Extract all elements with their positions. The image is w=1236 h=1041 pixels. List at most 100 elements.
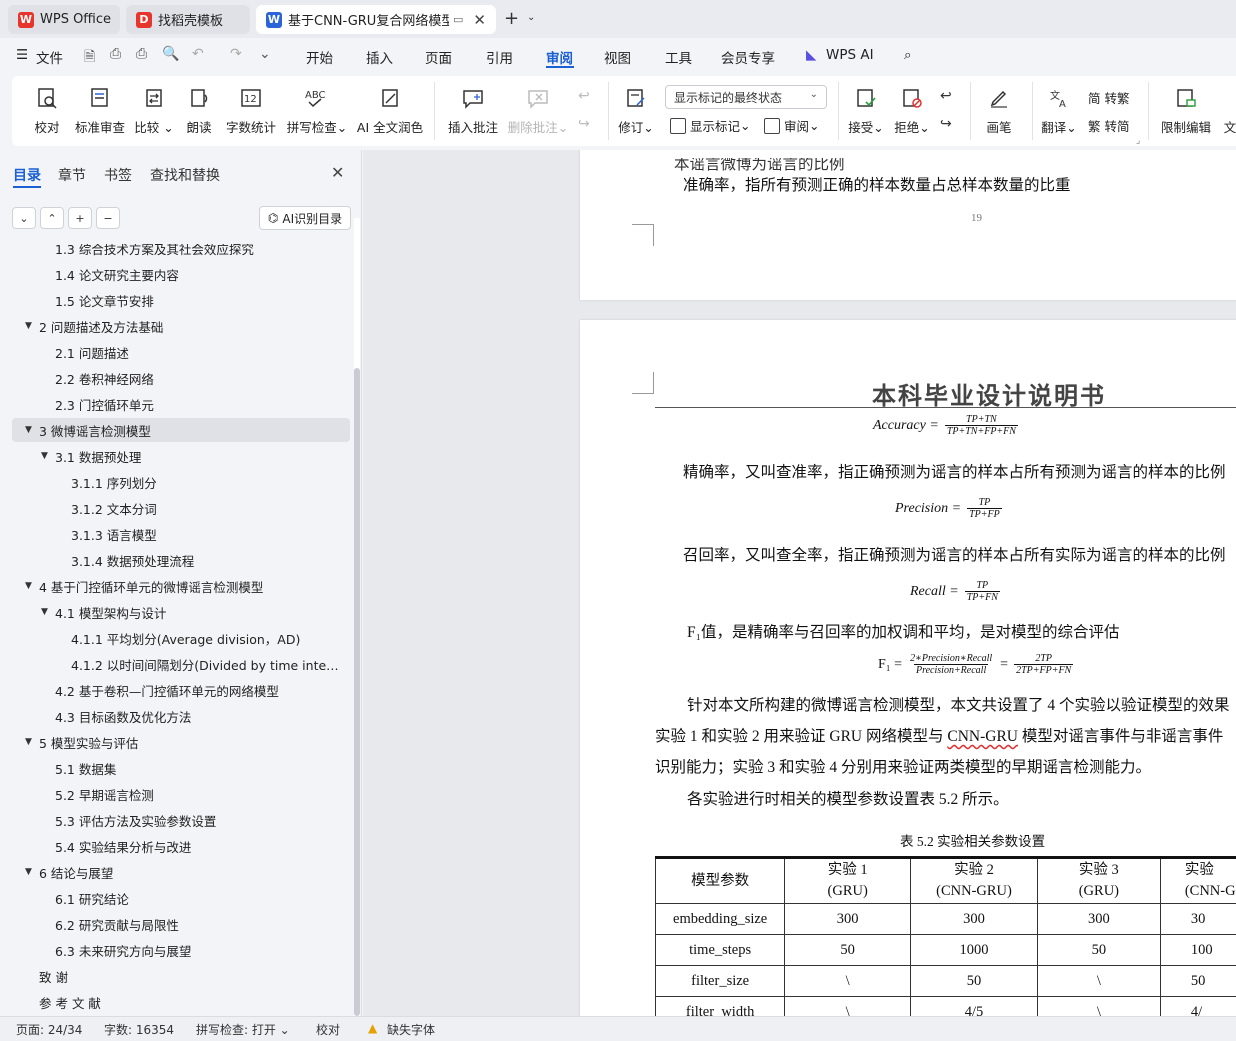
print-icon[interactable]: ⎙ (136, 46, 147, 62)
toc-item[interactable]: ▼ 3.1 数据预处理 (12, 444, 350, 468)
tab-sections[interactable]: 章节 (58, 165, 86, 185)
to-simplified-button[interactable]: 繁 转简 (1088, 116, 1129, 135)
toc-item[interactable]: 5.2 早期谣言检测 (12, 782, 350, 806)
insert-comment-button[interactable]: 插入批注 (448, 76, 498, 146)
menu-page[interactable]: 页面 (425, 47, 452, 67)
ai-polish-button[interactable]: AI 全文润色 (357, 76, 423, 146)
more-chevron-icon[interactable]: ⌄ (259, 46, 271, 62)
toc-item[interactable]: 5.1 数据集 (12, 756, 350, 780)
toc-item[interactable]: 3.1.1 序列划分 (12, 470, 350, 494)
toc-item[interactable]: 6.1 研究结论 (12, 886, 350, 910)
document-page-20[interactable]: 本科毕业设计说明书 Accuracy = TP+TN TP+TN+FP+FN 精确… (580, 320, 1236, 1016)
expand-triangle-icon[interactable]: ▼ (41, 607, 48, 617)
toc-item[interactable]: 5.4 实验结果分析与改进 (12, 834, 350, 858)
translate-button[interactable]: 文A 翻译⌄ (1040, 76, 1078, 146)
menu-member[interactable]: 会员专享 (721, 47, 775, 67)
tab-find-replace[interactable]: 查找和替换 (150, 165, 220, 185)
group-expand-icon[interactable]: ⌟ (1136, 136, 1140, 146)
toc-item[interactable]: 3.1.2 文本分词 (12, 496, 350, 520)
proofread-button[interactable]: 校对 (32, 76, 62, 146)
word-count-indicator[interactable]: 字数: 16354 (104, 1021, 174, 1038)
expand-triangle-icon[interactable]: ▼ (25, 867, 32, 877)
collapse-all-button[interactable]: ⌄ (12, 207, 36, 229)
word-count-button[interactable]: 12 字数统计 (226, 76, 276, 146)
spell-check-status[interactable]: 拼写检查: 打开 ⌄ (196, 1021, 290, 1038)
expand-triangle-icon[interactable]: ▼ (25, 321, 32, 331)
show-markup-button[interactable]: 显示标记 ⌄ (670, 116, 751, 135)
toc-item[interactable]: 4.3 目标函数及优化方法 (12, 704, 350, 728)
page-indicator[interactable]: 页面: 24/34 (16, 1021, 82, 1038)
read-aloud-button[interactable]: 朗读 (184, 76, 214, 146)
tab-toc[interactable]: 目录 (13, 165, 41, 185)
tab-template[interactable]: D 找稻壳模板 (126, 5, 250, 34)
redo-icon[interactable]: ↷ (230, 46, 242, 62)
promote-button[interactable]: + (68, 207, 92, 229)
track-changes-button[interactable]: 修订⌄ (618, 76, 654, 146)
print-preview-icon[interactable]: 🔍 (162, 46, 179, 62)
toc-item[interactable]: 2.3 门控循环单元 (12, 392, 350, 416)
menu-wps-ai[interactable]: WPS AI (826, 47, 874, 63)
toc-item[interactable]: 4.1.1 平均划分(Average division，AD) (12, 626, 350, 650)
tab-bookmarks[interactable]: 书签 (104, 165, 132, 185)
accept-button[interactable]: 接受⌄ (848, 76, 884, 146)
document-more-button[interactable]: 文 (1220, 76, 1236, 146)
toc-item[interactable]: 2.1 问题描述 (12, 340, 350, 364)
restrict-editing-button[interactable]: 限制编辑 (1160, 76, 1212, 146)
ai-toc-button[interactable]: ⌬ AI识别目录 (259, 206, 351, 230)
menu-insert[interactable]: 插入 (366, 47, 393, 67)
toc-item[interactable]: 3.1.3 语言模型 (12, 522, 350, 546)
toc-item[interactable]: 3.1.4 数据预处理流程 (12, 548, 350, 572)
next-change-icon[interactable]: ↪ (940, 116, 952, 132)
toc-item[interactable]: 2.2 卷积神经网络 (12, 366, 350, 390)
close-icon[interactable]: ✕ (331, 163, 344, 182)
to-traditional-button[interactable]: 简 转繁 (1088, 88, 1129, 107)
search-icon[interactable]: ⌕ (904, 47, 912, 63)
expand-triangle-icon[interactable]: ▼ (41, 451, 48, 461)
missing-font-status[interactable]: 缺失字体 (387, 1021, 435, 1038)
toc-item[interactable]: 致 谢 (12, 964, 350, 988)
toc-item[interactable]: 4.2 基于卷积—门控循环单元的网络模型 (12, 678, 350, 702)
compare-button[interactable]: 比较 ⌄ (134, 76, 174, 146)
toc-item[interactable]: 4.1.2 以时间间隔划分(Divided by time interval，D… (12, 652, 350, 676)
toc-item[interactable]: ▼ 3 微博谣言检测模型 (12, 418, 350, 442)
menu-home[interactable]: 开始 (306, 47, 333, 67)
reject-button[interactable]: 拒绝⌄ (894, 76, 930, 146)
markup-state-select[interactable]: 显示标记的最终状态 ⌄ (665, 85, 827, 109)
expand-up-button[interactable]: ⌃ (40, 207, 64, 229)
toc-item[interactable]: 6.2 研究贡献与局限性 (12, 912, 350, 936)
menu-review[interactable]: 审阅 (546, 47, 573, 67)
monitor-icon[interactable]: ▭ (453, 13, 463, 26)
menu-view[interactable]: 视图 (604, 47, 631, 67)
document-page-19[interactable]: 本谣言微博为谣言的比例 准确率，指所有预测正确的样本数量占总样本数量的比重 19 (580, 150, 1236, 300)
hamburger-icon[interactable]: ☰ (16, 47, 28, 63)
new-tab-icon[interactable]: + (504, 8, 519, 29)
export-icon[interactable]: ⎙ (110, 46, 121, 62)
demote-button[interactable]: − (96, 207, 120, 229)
undo-icon[interactable]: ↶ (192, 46, 204, 62)
tab-document[interactable]: W 基于CNN-GRU复合网络模型 ▭ ✕ (256, 5, 496, 34)
pen-button[interactable]: 画笔 (982, 76, 1016, 146)
document-canvas[interactable]: 本谣言微博为谣言的比例 准确率，指所有预测正确的样本数量占总样本数量的比重 19… (363, 150, 1236, 1016)
toc-item[interactable]: 参 考 文 献 (12, 990, 350, 1014)
toc-item[interactable]: ▼ 4 基于门控循环单元的微博谣言检测模型 (12, 574, 350, 598)
toc-item[interactable]: ▼ 4.1 模型架构与设计 (12, 600, 350, 624)
tab-wps-office[interactable]: W WPS Office (8, 5, 120, 34)
toc-item[interactable]: 1.4 论文研究主要内容 (12, 262, 350, 286)
save-icon[interactable]: 🗎 (84, 46, 95, 70)
toc-item[interactable]: 6.3 未来研究方向与展望 (12, 938, 350, 962)
toc-item[interactable]: 1.3 综合技术方案及其社会效应探究 (12, 244, 350, 260)
toc-item[interactable]: 1.5 论文章节安排 (12, 288, 350, 312)
expand-triangle-icon[interactable]: ▼ (25, 581, 32, 591)
chevron-down-icon[interactable]: ⌄ (527, 12, 535, 23)
expand-triangle-icon[interactable]: ▼ (25, 425, 32, 435)
next-comment-icon[interactable]: ↪ (578, 116, 590, 132)
prev-change-icon[interactable]: ↩ (940, 88, 952, 104)
close-icon[interactable]: ✕ (473, 11, 486, 29)
standard-review-button[interactable]: 标准审查 (74, 76, 126, 146)
menu-tools[interactable]: 工具 (665, 47, 692, 67)
delete-comment-button[interactable]: 删除批注⌄ (508, 76, 568, 146)
toc-item[interactable]: ▼ 2 问题描述及方法基础 (12, 314, 350, 338)
proofread-status[interactable]: 校对 (316, 1021, 340, 1038)
menu-file[interactable]: 文件 (36, 47, 63, 67)
menu-references[interactable]: 引用 (486, 47, 513, 67)
